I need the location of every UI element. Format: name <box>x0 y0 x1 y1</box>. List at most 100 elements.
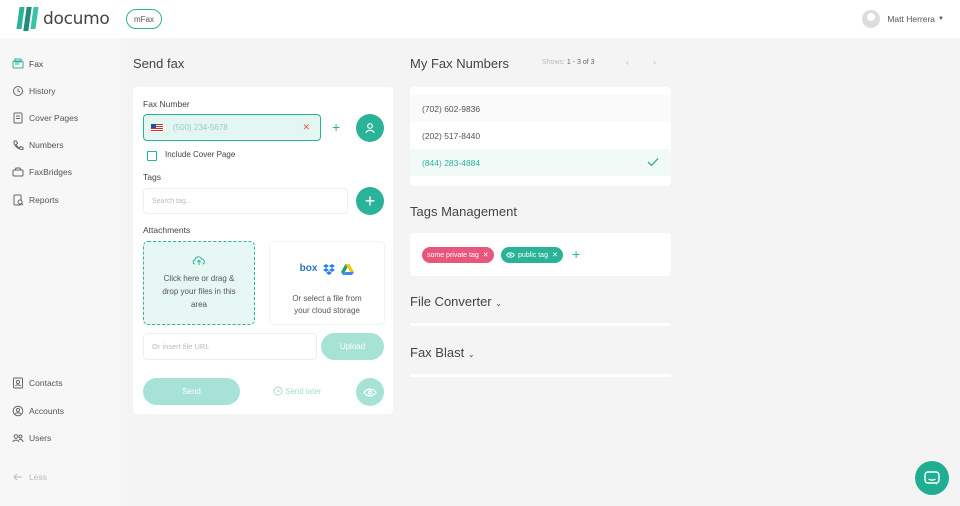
next-page-icon[interactable]: › <box>653 57 656 67</box>
pagination-info: Shows: 1 - 3 of 3 <box>542 59 595 66</box>
top-bar: documo mFax Matt Herrera ▼ <box>0 0 960 38</box>
us-flag-icon[interactable] <box>151 123 163 132</box>
include-cover-checkbox[interactable] <box>147 151 157 161</box>
user-menu[interactable]: Matt Herrera ▼ <box>862 10 944 28</box>
file-drop-zone[interactable]: Click here or drag & drop your files in … <box>143 241 255 325</box>
tag-label: some private tag <box>427 251 479 259</box>
sidebar-item-label: Reports <box>29 195 59 205</box>
tag-label: public tag <box>518 251 548 259</box>
tags-management-title: Tags Management <box>410 204 517 219</box>
user-icon <box>365 123 375 134</box>
remove-tag-icon[interactable]: ✕ <box>483 251 489 259</box>
tag-chip-public[interactable]: public tag ✕ <box>501 247 563 263</box>
history-icon <box>12 85 24 97</box>
include-cover-label: Include Cover Page <box>165 150 236 159</box>
send-fax-card: Fax Number (500) 234-5678 ✕ + Include Co… <box>133 87 393 414</box>
fax-blast-toggle[interactable]: Fax Blast ⌄ <box>410 345 475 360</box>
send-later-label: Send later <box>285 386 322 396</box>
fax-number-text: (844) 283-4884 <box>422 157 481 168</box>
sidebar-item-label: Fax <box>29 59 44 69</box>
contacts-icon <box>12 377 24 389</box>
prev-page-icon[interactable]: ‹ <box>626 57 629 67</box>
sidebar-item-label: Numbers <box>29 140 64 150</box>
phone-icon <box>12 139 24 151</box>
sidebar: Fax History Cover Pages Numbers FaxBridg… <box>0 38 121 506</box>
shows-range: 1 - 3 of 3 <box>566 59 595 66</box>
sidebar-item-users[interactable]: Users <box>12 431 51 445</box>
tag-chip-private[interactable]: some private tag ✕ <box>422 247 494 263</box>
sidebar-item-history[interactable]: History <box>12 84 55 98</box>
google-drive-icon[interactable] <box>341 263 355 275</box>
user-name: Matt Herrera <box>887 14 936 24</box>
brand-name: documo <box>43 9 110 29</box>
faxbridge-icon <box>12 166 24 178</box>
file-converter-title: File Converter <box>410 294 492 309</box>
sidebar-item-label: FaxBridges <box>29 167 72 177</box>
file-converter-toggle[interactable]: File Converter ⌄ <box>410 294 502 309</box>
collapse-label: Less <box>29 472 47 482</box>
sidebar-item-numbers[interactable]: Numbers <box>12 138 63 152</box>
sidebar-item-contacts[interactable]: Contacts <box>12 376 63 390</box>
contacts-picker-button[interactable] <box>356 114 384 142</box>
cloud-upload-icon <box>192 256 205 265</box>
cloud-storage-picker[interactable]: box Or select a file from your cloud sto… <box>269 241 385 325</box>
sidebar-item-label: Contacts <box>29 378 63 388</box>
main-content: Send fax Fax Number (500) 234-5678 ✕ + I… <box>121 38 960 506</box>
caret-down-icon: ▼ <box>938 16 944 22</box>
preview-button[interactable] <box>356 378 384 406</box>
fax-number-label: Fax Number <box>143 99 190 109</box>
add-tag-plus-button[interactable]: + <box>572 247 580 261</box>
eye-icon <box>506 252 515 258</box>
fax-blast-title: Fax Blast <box>410 345 465 360</box>
file-url-input[interactable]: Or insert file URL <box>143 333 317 360</box>
fax-icon <box>12 58 24 70</box>
drop-zone-text: Click here or drag & drop your files in … <box>162 274 236 309</box>
dropbox-icon[interactable] <box>323 263 336 275</box>
chat-support-button[interactable] <box>915 461 949 495</box>
sidebar-item-cover-pages[interactable]: Cover Pages <box>12 111 78 125</box>
fax-number-input[interactable]: (500) 234-5678 ✕ <box>143 114 321 141</box>
cover-pages-icon <box>12 112 24 124</box>
upload-button[interactable]: Upload <box>321 333 384 360</box>
documo-logo[interactable]: documo <box>16 7 110 31</box>
attachments-label: Attachments <box>143 225 191 235</box>
clock-icon <box>273 386 283 396</box>
chevron-down-icon: ⌄ <box>495 299 502 308</box>
send-fax-title: Send fax <box>133 56 185 71</box>
fax-number-row-selected[interactable]: (844) 283-4884 <box>410 149 671 176</box>
sidebar-item-label: History <box>29 86 56 96</box>
fax-number-row[interactable]: (202) 517-8440 <box>410 122 671 149</box>
sidebar-item-label: Accounts <box>29 406 64 416</box>
clear-icon[interactable]: ✕ <box>302 122 310 133</box>
sidebar-item-reports[interactable]: Reports <box>12 193 59 207</box>
checkmark-icon <box>647 158 659 167</box>
shows-label: Shows: <box>542 59 565 66</box>
sidebar-item-accounts[interactable]: Accounts <box>12 404 64 418</box>
sidebar-item-faxbridges[interactable]: FaxBridges <box>12 165 72 179</box>
send-later-button[interactable]: Send later <box>273 386 321 396</box>
sidebar-item-label: Users <box>29 433 52 443</box>
accounts-icon <box>12 405 24 417</box>
eye-icon <box>363 388 377 396</box>
fax-number-text: (702) 602-9836 <box>422 103 481 114</box>
tags-label: Tags <box>143 172 161 182</box>
fax-blast-panel <box>410 374 671 377</box>
fax-numbers-title: My Fax Numbers <box>410 56 509 71</box>
product-badge[interactable]: mFax <box>126 9 162 29</box>
add-tag-button[interactable]: + <box>356 187 384 215</box>
box-icon[interactable]: box <box>300 263 318 275</box>
tags-management-card: some private tag ✕ public tag ✕ + <box>410 233 671 276</box>
fax-number-text: (202) 517-8440 <box>422 130 481 141</box>
send-button[interactable]: Send <box>143 378 240 405</box>
sidebar-item-fax[interactable]: Fax <box>12 57 43 71</box>
tags-search-input[interactable]: Search tag... <box>143 188 348 214</box>
file-converter-panel <box>410 323 671 326</box>
sidebar-collapse[interactable]: Less <box>12 470 47 484</box>
remove-tag-icon[interactable]: ✕ <box>552 251 558 259</box>
add-number-button[interactable]: + <box>332 120 340 134</box>
fax-number-row[interactable]: (702) 602-9836 <box>410 95 671 122</box>
fax-number-placeholder: (500) 234-5678 <box>173 123 228 132</box>
sidebar-item-label: Cover Pages <box>29 113 79 123</box>
cloud-storage-text: Or select a file from your cloud storage <box>292 294 362 315</box>
avatar <box>862 10 881 28</box>
